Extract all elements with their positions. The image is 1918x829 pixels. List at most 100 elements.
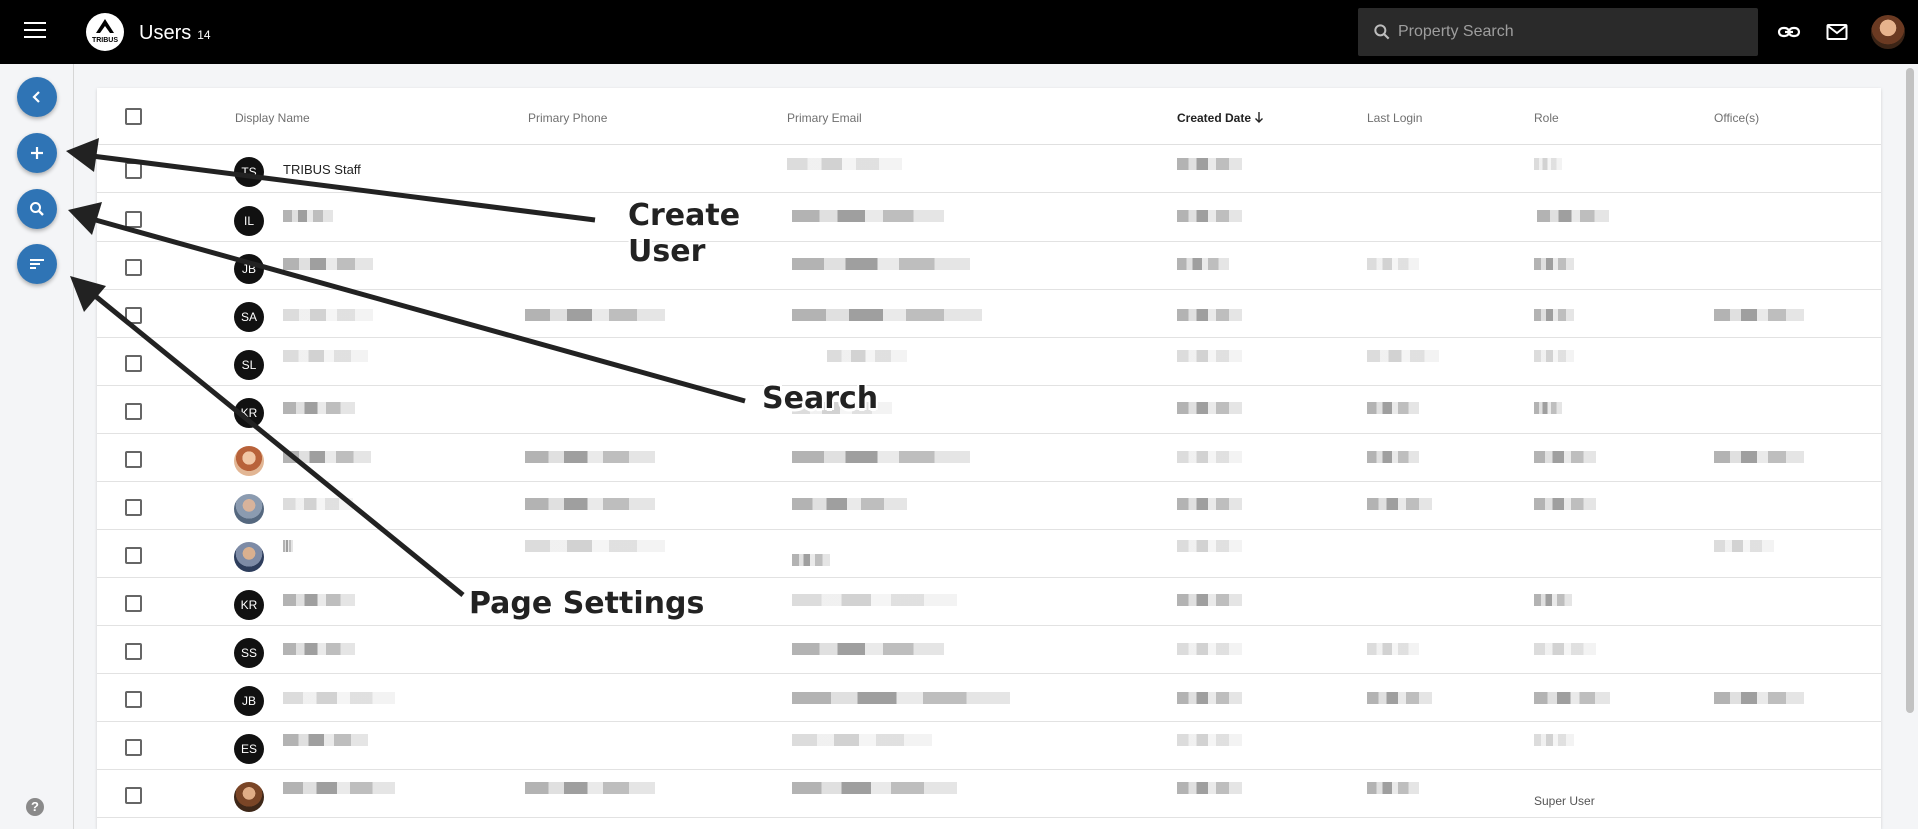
row-checkbox[interactable] bbox=[125, 211, 142, 228]
role-redacted bbox=[1534, 643, 1596, 655]
table-row[interactable]: SL bbox=[97, 338, 1881, 386]
avatar: KR bbox=[234, 398, 264, 428]
menu-icon[interactable] bbox=[24, 22, 46, 40]
email-redacted bbox=[792, 210, 944, 222]
annotation-create-user-line2: User bbox=[628, 234, 706, 269]
avatar: IL bbox=[234, 206, 264, 236]
email-redacted bbox=[792, 451, 970, 463]
collapse-button[interactable] bbox=[17, 77, 57, 117]
email-redacted bbox=[787, 158, 902, 170]
table-row[interactable] bbox=[97, 434, 1881, 482]
table-row[interactable]: JB bbox=[97, 242, 1881, 290]
role-redacted bbox=[1534, 594, 1572, 606]
column-header-primary-phone[interactable]: Primary Phone bbox=[528, 111, 607, 125]
table-header: Display Name Primary Phone Primary Email… bbox=[97, 88, 1881, 145]
name-redacted bbox=[283, 498, 353, 510]
role-redacted bbox=[1534, 734, 1574, 746]
row-checkbox[interactable] bbox=[125, 643, 142, 660]
avatar: ES bbox=[234, 734, 264, 764]
row-checkbox[interactable] bbox=[125, 787, 142, 804]
office-redacted bbox=[1714, 540, 1774, 552]
row-checkbox[interactable] bbox=[125, 451, 142, 468]
left-sidebar: ? bbox=[0, 64, 74, 829]
table-row[interactable]: SA bbox=[97, 290, 1881, 338]
users-table: Display Name Primary Phone Primary Email… bbox=[97, 88, 1881, 829]
name-redacted bbox=[283, 734, 368, 746]
avatar: SL bbox=[234, 350, 264, 380]
table-row[interactable]: JB bbox=[97, 674, 1881, 722]
table-row[interactable]: KR bbox=[97, 386, 1881, 434]
search-icon bbox=[30, 202, 44, 216]
user-count-badge: 14 bbox=[197, 28, 211, 42]
last-login-redacted bbox=[1367, 350, 1439, 362]
row-checkbox[interactable] bbox=[125, 355, 142, 372]
user-avatar[interactable] bbox=[1871, 15, 1905, 49]
table-row[interactable] bbox=[97, 530, 1881, 578]
created-date-redacted bbox=[1177, 782, 1242, 794]
role-redacted bbox=[1534, 498, 1596, 510]
row-checkbox[interactable] bbox=[125, 499, 142, 516]
page-title: Users 14 bbox=[139, 22, 211, 45]
annotation-create-user: Create User bbox=[628, 198, 740, 270]
column-header-display-name[interactable]: Display Name bbox=[235, 111, 310, 125]
table-row[interactable] bbox=[97, 482, 1881, 530]
name-redacted bbox=[283, 258, 373, 270]
page-settings-button[interactable] bbox=[17, 244, 57, 284]
created-date-redacted bbox=[1177, 402, 1242, 414]
name-redacted bbox=[283, 594, 355, 606]
avatar bbox=[234, 542, 264, 572]
last-login-redacted bbox=[1367, 782, 1419, 794]
office-redacted bbox=[1714, 309, 1804, 321]
created-date-redacted bbox=[1177, 594, 1242, 606]
tribus-logo[interactable]: TRIBUS bbox=[86, 13, 124, 51]
create-user-button[interactable] bbox=[17, 133, 57, 173]
sort-arrow-down-icon bbox=[1255, 112, 1264, 123]
row-checkbox[interactable] bbox=[125, 259, 142, 276]
search-button[interactable] bbox=[17, 189, 57, 229]
property-search-input[interactable] bbox=[1398, 8, 1748, 56]
office-redacted bbox=[1714, 692, 1804, 704]
row-checkbox[interactable] bbox=[125, 403, 142, 420]
table-row[interactable]: KR bbox=[97, 578, 1881, 626]
column-header-created-date[interactable]: Created Date bbox=[1177, 111, 1264, 125]
row-checkbox[interactable] bbox=[125, 547, 142, 564]
row-checkbox[interactable] bbox=[125, 739, 142, 756]
property-search-box[interactable] bbox=[1358, 8, 1758, 56]
row-checkbox[interactable] bbox=[125, 691, 142, 708]
mail-icon[interactable] bbox=[1825, 20, 1849, 44]
row-checkbox[interactable] bbox=[125, 162, 142, 179]
annotation-create-user-line1: Create bbox=[628, 198, 741, 233]
column-header-role[interactable]: Role bbox=[1534, 111, 1559, 125]
role-redacted bbox=[1537, 210, 1609, 222]
created-date-redacted bbox=[1177, 734, 1242, 746]
avatar: JB bbox=[234, 686, 264, 716]
table-row[interactable]: SS bbox=[97, 626, 1881, 674]
role-redacted bbox=[1534, 258, 1574, 270]
column-header-offices[interactable]: Office(s) bbox=[1714, 111, 1759, 125]
row-checkbox[interactable] bbox=[125, 307, 142, 324]
display-name: TRIBUS Staff bbox=[283, 162, 361, 177]
table-row[interactable]: Super User bbox=[97, 770, 1881, 818]
created-date-redacted bbox=[1177, 158, 1242, 170]
email-redacted bbox=[792, 643, 944, 655]
created-date-redacted bbox=[1177, 451, 1242, 463]
table-row[interactable]: ES bbox=[97, 722, 1881, 770]
name-redacted bbox=[283, 402, 355, 414]
office-redacted bbox=[1714, 451, 1804, 463]
select-all-checkbox[interactable] bbox=[125, 108, 142, 125]
filter-sort-icon bbox=[30, 259, 44, 269]
vertical-scrollbar[interactable] bbox=[1906, 68, 1914, 713]
table-row[interactable]: IL bbox=[97, 194, 1881, 242]
column-header-primary-email[interactable]: Primary Email bbox=[787, 111, 862, 125]
row-checkbox[interactable] bbox=[125, 595, 142, 612]
table-row[interactable]: TS TRIBUS Staff bbox=[97, 145, 1881, 193]
help-icon[interactable]: ? bbox=[26, 798, 44, 816]
column-header-last-login[interactable]: Last Login bbox=[1367, 111, 1422, 125]
created-date-label: Created Date bbox=[1177, 111, 1252, 125]
phone-redacted bbox=[525, 540, 665, 552]
created-date-redacted bbox=[1177, 258, 1229, 270]
email-redacted bbox=[792, 594, 957, 606]
link-icon[interactable] bbox=[1777, 20, 1801, 44]
avatar bbox=[234, 446, 264, 476]
created-date-redacted bbox=[1177, 498, 1242, 510]
